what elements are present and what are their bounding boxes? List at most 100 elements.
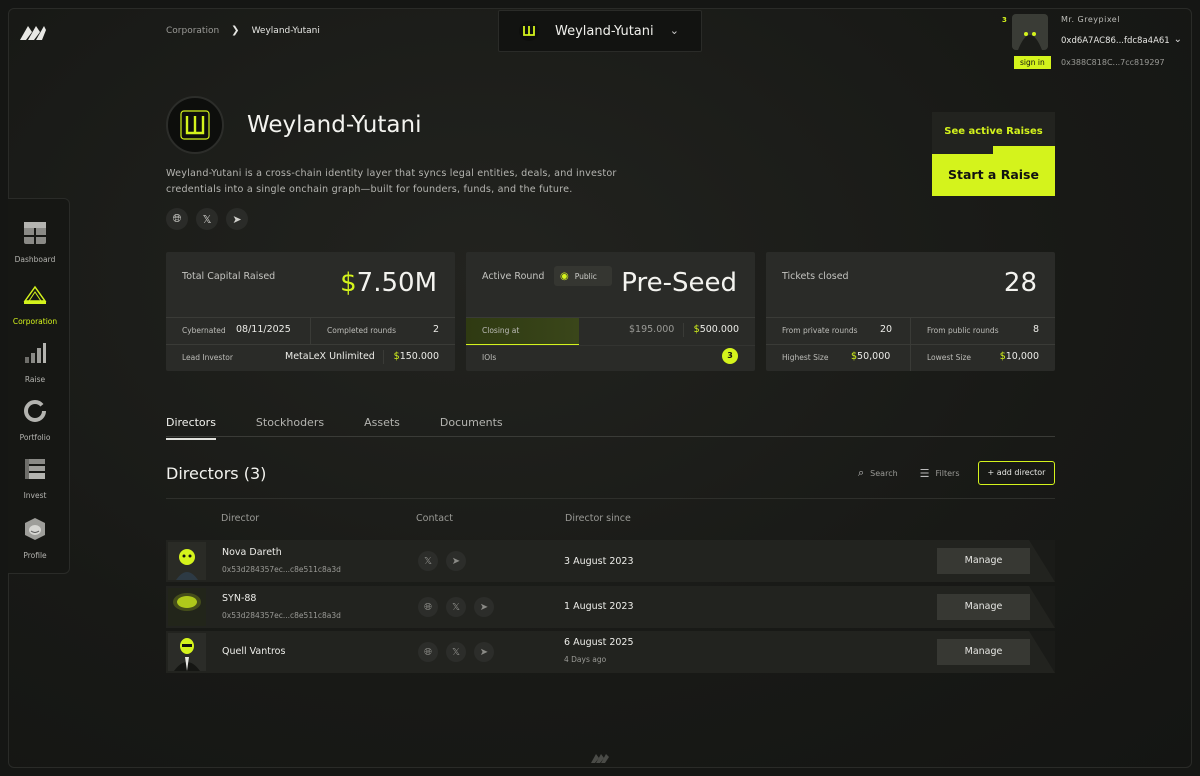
- card-title: Total Capital Raised: [182, 271, 276, 282]
- x-icon[interactable]: 𝕏: [196, 208, 218, 230]
- app-logo-icon[interactable]: [18, 22, 48, 42]
- cybernated-value: 08/11/2025: [236, 324, 291, 335]
- telegram-icon[interactable]: ➤: [446, 551, 466, 571]
- sidebar-item-corporation[interactable]: Corporation: [8, 283, 62, 326]
- invest-icon: [25, 459, 45, 479]
- private-rounds-value: 20: [880, 324, 893, 335]
- user-name: Mr. Greypixel: [1061, 15, 1120, 24]
- filters-button[interactable]: ☰ Filters: [920, 467, 960, 480]
- lead-investor-value[interactable]: MetaLeX Unlimited: [285, 351, 375, 362]
- column-header-contact: Contact: [416, 513, 453, 524]
- globe-icon[interactable]: 🌐︎: [418, 642, 438, 662]
- tab-bar: Directors Stockhoders Assets Documents: [166, 416, 1055, 440]
- org-logo-icon: [519, 21, 539, 41]
- director-address[interactable]: 0x53d284357ec...c8e511c8a3d: [222, 611, 341, 620]
- director-since-relative: 4 Days ago: [564, 655, 607, 664]
- wallet-address-primary[interactable]: 0xd6A7AC86...fdc8a4A61: [1061, 36, 1170, 46]
- sidebar-item-label: Dashboard: [14, 255, 56, 264]
- telegram-icon[interactable]: ➤: [474, 642, 494, 662]
- divider: [383, 350, 384, 364]
- director-address[interactable]: 0x53d284357ec...c8e511c8a3d: [222, 565, 341, 574]
- telegram-icon[interactable]: ➤: [474, 597, 494, 617]
- completed-rounds-label: Completed rounds: [327, 326, 396, 335]
- search-icon: ⌕: [858, 466, 865, 479]
- chevron-down-icon: ⌄: [669, 24, 679, 37]
- company-socials: 🌐︎ 𝕏 ➤: [166, 208, 248, 230]
- divider: [466, 317, 755, 318]
- x-icon[interactable]: 𝕏: [446, 597, 466, 617]
- card-total-capital: Total Capital Raised $7.50M Cybernated 0…: [166, 252, 455, 371]
- active-round-value: Pre-Seed: [621, 268, 737, 298]
- director-contacts: 🌐︎ 𝕏 ➤: [418, 597, 494, 617]
- highest-size-value: $50,000: [851, 351, 891, 362]
- manage-button[interactable]: Manage: [937, 594, 1030, 620]
- notification-count[interactable]: 3: [1002, 16, 1007, 24]
- sign-in-button[interactable]: sign in: [1014, 56, 1051, 69]
- company-name: Weyland-Yutani: [247, 112, 422, 138]
- portfolio-icon: [24, 400, 46, 422]
- manage-button[interactable]: Manage: [937, 548, 1030, 574]
- sidebar-item-label: Portfolio: [19, 433, 51, 442]
- sidebar-item-profile[interactable]: Profile: [8, 517, 62, 560]
- start-raise-button[interactable]: Start a Raise: [932, 146, 1055, 196]
- wallet-address-secondary[interactable]: 0x388C818C...7cc819297: [1061, 58, 1165, 67]
- director-name[interactable]: Quell Vantros: [222, 646, 285, 657]
- org-switcher[interactable]: Weyland-Yutani ⌄: [498, 10, 702, 52]
- card-title: Active Round: [482, 271, 545, 282]
- row-corner-cut: [1029, 631, 1055, 673]
- row-corner-cut: [1029, 540, 1055, 582]
- card-tickets-closed: Tickets closed 28 From private rounds 20…: [766, 252, 1055, 371]
- lead-investor-amount: $150.000: [393, 351, 439, 362]
- sidebar-item-label: Invest: [23, 491, 47, 500]
- filters-label: Filters: [935, 468, 960, 478]
- table-row: Quell Vantros 🌐︎ 𝕏 ➤ 6 August 2025 4 Day…: [166, 631, 1055, 673]
- director-contacts: 𝕏 ➤: [418, 551, 466, 571]
- director-name[interactable]: SYN-88: [222, 593, 256, 604]
- sidebar-item-raise[interactable]: Raise: [8, 341, 62, 384]
- breadcrumb: Corporation ❯ Weyland-Yutani: [166, 25, 320, 36]
- director-since: 1 August 2023: [564, 601, 634, 612]
- sidebar-item-dashboard[interactable]: Dashboard: [8, 221, 62, 264]
- tab-stockholders[interactable]: Stockhoders: [256, 416, 324, 436]
- row-corner-cut: [1029, 586, 1055, 628]
- director-avatar: [168, 542, 206, 580]
- org-switcher-name: Weyland-Yutani: [555, 23, 654, 39]
- telegram-icon[interactable]: ➤: [226, 208, 248, 230]
- filter-icon: ☰: [919, 466, 930, 480]
- director-since: 6 August 2025: [564, 637, 634, 648]
- search-button[interactable]: ⌕ Search: [858, 466, 898, 480]
- round-raised-value: $195.000: [629, 324, 675, 335]
- raise-cta: See active Raises Start a Raise: [932, 112, 1055, 196]
- chevron-down-icon[interactable]: ⌄: [1174, 34, 1182, 45]
- x-icon[interactable]: 𝕏: [446, 642, 466, 662]
- visibility-badge: ◉ Public: [554, 266, 612, 286]
- x-icon[interactable]: 𝕏: [418, 551, 438, 571]
- footer-logo-icon: [591, 754, 609, 763]
- company-logo: [166, 96, 224, 154]
- closing-label: Closing at: [482, 326, 520, 335]
- column-header-since: Director since: [565, 513, 631, 524]
- globe-icon[interactable]: 🌐︎: [166, 208, 188, 230]
- sidebar-item-invest[interactable]: Invest: [8, 457, 62, 500]
- globe-icon[interactable]: 🌐︎: [418, 597, 438, 617]
- raise-icon: [25, 343, 46, 363]
- directors-toolbar: ⌕ Search ☰ Filters: [858, 461, 960, 485]
- user-avatar[interactable]: [1012, 14, 1048, 50]
- sidebar-item-portfolio[interactable]: Portfolio: [8, 399, 62, 442]
- director-avatar: [168, 588, 206, 626]
- tab-directors[interactable]: Directors: [166, 416, 216, 440]
- table-row: SYN-88 0x53d284357ec...c8e511c8a3d 🌐︎ 𝕏 …: [166, 586, 1055, 628]
- dashboard-icon: [24, 222, 46, 244]
- company-description: Weyland-Yutani is a cross-chain identity…: [166, 168, 617, 195]
- director-name[interactable]: Nova Dareth: [222, 547, 282, 558]
- tickets-closed-value: 28: [1003, 268, 1037, 298]
- add-director-button[interactable]: + add director: [978, 461, 1055, 485]
- divider: [683, 323, 684, 337]
- manage-button[interactable]: Manage: [937, 639, 1030, 665]
- divider: [466, 345, 755, 346]
- public-rounds-value: 8: [1032, 324, 1039, 335]
- tab-assets[interactable]: Assets: [364, 416, 400, 436]
- breadcrumb-parent[interactable]: Corporation: [166, 26, 219, 36]
- breadcrumb-current: Weyland-Yutani: [251, 25, 320, 36]
- tab-documents[interactable]: Documents: [440, 416, 503, 436]
